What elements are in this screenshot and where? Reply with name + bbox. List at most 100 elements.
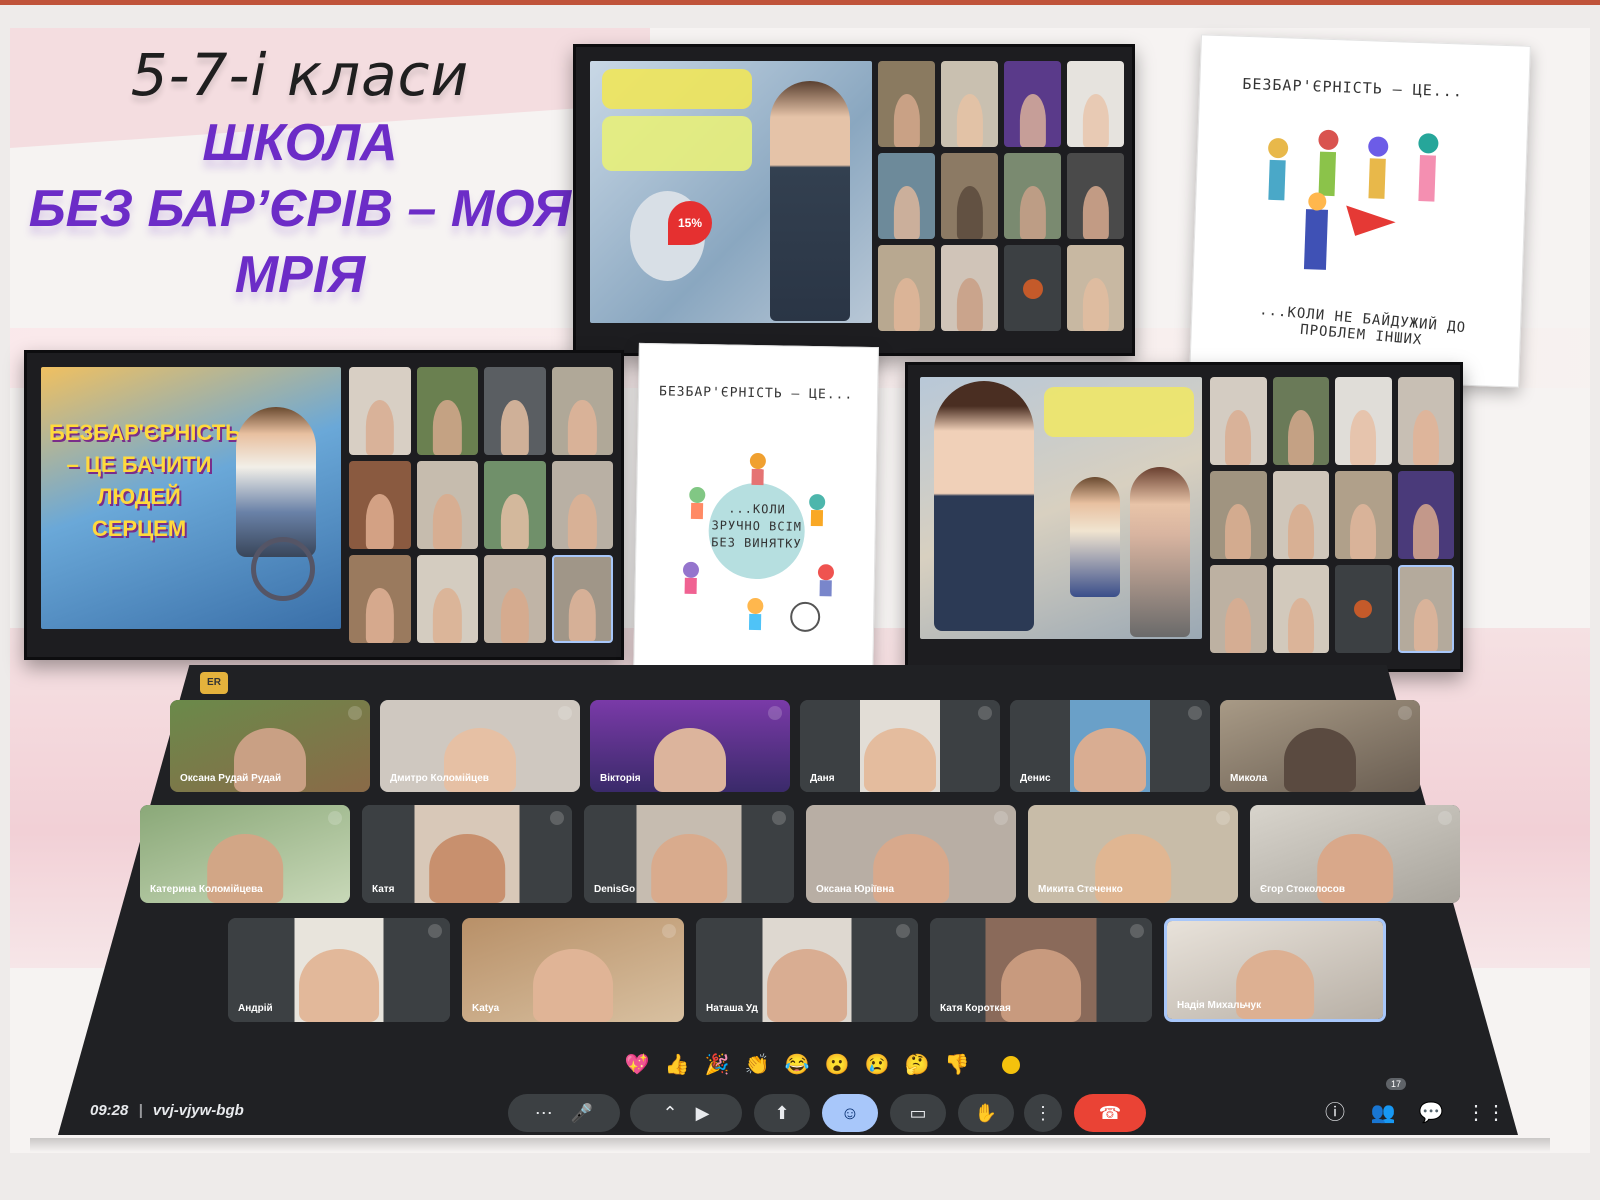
participant-name: Катя [372,884,395,895]
video-tile[interactable]: Katya [462,918,684,1022]
video-tile[interactable]: Оксана Юріївна [806,805,1016,903]
participant-name: Оксана Рудай Рудай [180,773,282,784]
party-reaction[interactable]: 🎉 [702,1050,732,1080]
participant-thumb [1210,471,1267,559]
video-tile[interactable]: Даня [800,700,1000,792]
participant-thumb [1397,377,1454,465]
video-tile[interactable]: Надія Михальчук [1164,918,1386,1022]
video-tile[interactable]: Денис [1010,700,1210,792]
apps-grid-icon[interactable]: ⋮⋮ [1466,1098,1506,1128]
card-header: БЕЗБАР'ЄРНІСТЬ — ЦЕ... [658,384,854,403]
video-tile[interactable]: Микита Стеченко [1028,805,1238,903]
mic-off-icon [1216,811,1230,825]
participant-grid [349,367,613,643]
surprised-reaction[interactable]: 😮 [822,1050,852,1080]
title-school: ШКОЛА [202,114,398,172]
mic-off-icon [1438,811,1452,825]
people-icon[interactable]: 👥 [1368,1098,1398,1128]
participant-name: Дмитро Коломійцев [390,773,489,784]
meet-badge: ER [200,672,228,694]
skin-tone-picker[interactable] [996,1050,1026,1080]
microphone-icon: 🎤 [570,1103,594,1123]
mic-off-icon [1130,924,1144,938]
presentation-slide [920,377,1202,639]
mic-off-icon [1188,706,1202,720]
participant-count-badge: 17 [1386,1078,1407,1090]
video-tile[interactable]: Катя Короткая [930,918,1152,1022]
reaction-bar: 💖 👍 🎉 👏 😂 😮 😢 🤔 👎 [622,1048,1026,1082]
present-screen-button[interactable]: ⬆ [754,1094,810,1132]
camera-icon: ▶ [695,1103,710,1123]
participant-thumb [878,153,935,239]
participant-thumb [349,555,411,643]
video-tile[interactable]: DenisGo [584,805,794,903]
participant-thumb [416,461,478,549]
participant-thumb [551,367,613,455]
character-figure [1130,467,1190,637]
card-center-text: ...КОЛИ ЗРУЧНО ВСІМ БЕЗ ВИНЯТКУ [711,501,803,551]
smile-icon: ☺ [840,1103,860,1123]
meet-screenshot-top: 15% [573,44,1135,356]
video-tile[interactable]: Катя [362,805,572,903]
participant-grid [878,61,1124,331]
meeting-code: vvj-vjyw-bgb [152,1102,244,1119]
video-tile[interactable]: Єгор Стоколосов [1250,805,1460,903]
mic-off-icon [768,706,782,720]
participant-thumb [941,153,998,239]
video-tile[interactable]: Микола [1220,700,1420,792]
wheelchair-character [236,407,316,557]
meeting-time: 09:28 [90,1102,129,1119]
phone-hangup-icon: ☎ [1098,1103,1122,1123]
more-options-icon: ⋯ [534,1103,553,1123]
participant-thumb [1272,471,1329,559]
chat-icon[interactable]: 💬 [1416,1098,1446,1128]
meet-control-bar: 09:28 | vvj-vjyw-bgb ⋯ 🎤 ⌃ ▶ ⬆ ☺ ▭ ✋ ⋮ ☎ ⓘ… [70,1078,1530,1136]
video-tile[interactable]: Катерина Коломійцева [140,805,350,903]
title-grades: 5-7-і класи [130,41,470,109]
slide-caption: БЕЗБАР'ЄРНІСТЬ – ЦЕ БАЧИТИ ЛЮДЕЙ СЕРЦЕМ [49,420,241,541]
participant-thumb [878,61,935,147]
participant-name: DenisGo [594,884,636,895]
raise-hand-button[interactable]: ✋ [958,1094,1014,1132]
thumbs-up-reaction[interactable]: 👍 [662,1050,692,1080]
card-footer: ...КОЛИ НЕ БАЙДУЖИЙ ДО ПРОБЛЕМ ІНШИХ [1258,302,1467,349]
clap-reaction[interactable]: 👏 [742,1050,772,1080]
camera-button[interactable]: ⌃ ▶ [630,1094,742,1132]
participant-thumb [1335,377,1392,465]
card-header: БЕЗБАР'ЄРНІСТЬ — ЦЕ... [1242,74,1464,101]
mic-off-icon [328,811,342,825]
participant-thumb [1272,377,1329,465]
leave-call-button[interactable]: ☎ [1074,1094,1146,1132]
title-block: 5-7-і класи ШКОЛА БЕЗ БАР’ЄРІВ – МОЯ МРІ… [20,40,580,308]
hand-icon: ✋ [974,1103,998,1123]
participant-name: Даня [810,773,835,784]
emoji-reactions-button[interactable]: ☺ [822,1094,878,1132]
video-tile[interactable]: Дмитро Коломійцев [380,700,580,792]
sad-reaction[interactable]: 😢 [862,1050,892,1080]
thumbs-down-reaction[interactable]: 👎 [942,1050,972,1080]
mic-off-icon [558,706,572,720]
title-dream: МРІЯ [234,246,366,304]
more-actions-button[interactable]: ⋮ [1024,1094,1062,1132]
video-tile[interactable]: Вікторія [590,700,790,792]
participant-name: Денис [1020,773,1051,784]
mic-button[interactable]: ⋯ 🎤 [508,1094,620,1132]
mic-off-icon [978,706,992,720]
laugh-reaction[interactable]: 😂 [782,1050,812,1080]
participant-thumb [551,461,613,549]
video-tile[interactable]: Наташа Уд [696,918,918,1022]
mic-off-icon [896,924,910,938]
participant-name: Андрій [238,1003,273,1014]
mic-off-icon [662,924,676,938]
participant-name: Оксана Юріївна [816,884,895,895]
info-icon[interactable]: ⓘ [1320,1098,1350,1128]
mic-off-icon [1398,706,1412,720]
captions-button[interactable]: ▭ [890,1094,946,1132]
heart-reaction[interactable]: 💖 [622,1050,652,1080]
mic-off-icon [348,706,362,720]
participant-thumb [551,555,613,643]
video-tile[interactable]: Оксана Рудай Рудай [170,700,370,792]
thinking-reaction[interactable]: 🤔 [902,1050,932,1080]
video-tile[interactable]: Андрій [228,918,450,1022]
participant-thumb [1004,153,1061,239]
